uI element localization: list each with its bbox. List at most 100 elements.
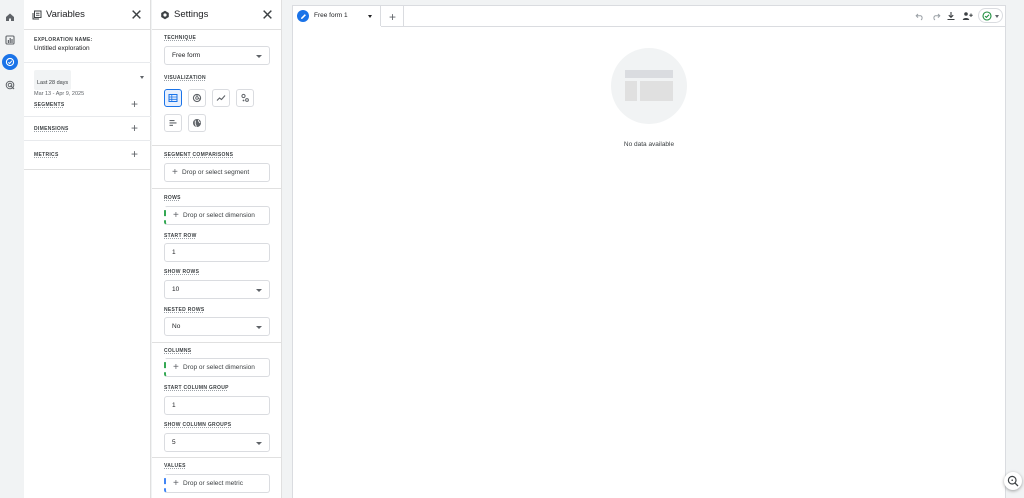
show-column-groups-label: SHOW COLUMN GROUPS [164,422,232,428]
date-range-picker[interactable]: Last 28 days Mar 13 - Apr 9, 2025 [34,70,144,97]
settings-gear-icon [161,10,169,19]
metrics-label: METRICS [34,152,59,158]
plus-icon: + [173,362,179,373]
table-icon [168,94,178,102]
advertising-icon[interactable] [2,77,18,93]
plus-icon: + [173,210,179,221]
columns-drop-zone[interactable]: + Drop or select dimension [164,358,270,377]
values-label: VALUES [164,463,186,469]
add-dimension-button[interactable]: + [131,122,138,134]
segment-comparisons-label: SEGMENT COMPARISONS [164,152,234,158]
settings-title: Settings [174,9,209,20]
save-status-menu[interactable] [978,8,1003,23]
redo-icon[interactable] [930,10,942,22]
reports-icon[interactable] [2,32,18,48]
exploration-name-block: EXPLORATION NAME: Untitled exploration [34,37,93,52]
columns-drop-text: Drop or select dimension [183,364,255,371]
tab-bar: Free form 1 + [293,6,1005,28]
plus-icon: + [172,167,178,178]
tab-free-form-1[interactable]: Free form 1 [293,6,381,28]
variables-header: Variables [24,0,150,30]
add-tab-button[interactable]: + [382,6,404,27]
line-chart-icon [216,95,226,101]
donut-chart-icon [192,93,202,103]
segments-label: SEGMENTS [34,102,65,108]
rows-label: ROWS [164,195,181,201]
bar-viz-button[interactable] [164,114,182,132]
variables-title: Variables [46,9,85,20]
date-preset-chip: Last 28 days [34,70,72,90]
plus-icon: + [173,478,179,489]
scatter-viz-button[interactable] [236,89,254,107]
segment-drop-text: Drop or select segment [182,169,250,176]
edit-pencil-icon [297,10,309,22]
variables-panel: Variables EXPLORATION NAME: Untitled exp… [24,0,151,170]
rows-drop-zone[interactable]: + Drop or select dimension [164,206,270,225]
nested-rows-select[interactable]: No [164,317,270,336]
metrics-section: METRICS + [24,143,151,167]
segment-drop-zone[interactable]: + Drop or select segment [164,163,270,182]
table-viz-button[interactable] [164,89,182,107]
bar-chart-icon [169,120,177,126]
values-drop-zone[interactable]: + Drop or select metric [164,474,270,493]
variables-icon [32,10,42,19]
help-search-icon [1007,475,1019,487]
show-column-groups-select[interactable]: 5 [164,433,270,452]
show-rows-label: SHOW ROWS [164,269,200,275]
segments-section: SEGMENTS + [24,93,151,117]
rows-drop-text: Drop or select dimension [183,212,255,219]
globe-icon [193,119,201,128]
share-user-icon[interactable] [961,10,973,22]
technique-label: TECHNIQUE [164,35,197,41]
settings-panel: Settings TECHNIQUE Free form VISUALIZATI… [152,0,282,498]
columns-label: COLUMNS [164,348,192,354]
add-segment-button[interactable]: + [131,98,138,110]
start-column-group-value: 1 [172,402,176,409]
explore-icon[interactable] [2,54,18,70]
start-row-input[interactable]: 1 [164,243,270,262]
chevron-down-icon [256,326,262,329]
check-circle-icon [982,11,992,21]
home-icon[interactable] [2,9,18,25]
nested-rows-value: No [172,323,181,330]
exploration-workspace: Variables EXPLORATION NAME: Untitled exp… [0,0,1024,498]
dimensions-label: DIMENSIONS [34,126,69,132]
tab-label: Free form 1 [314,12,348,19]
date-dropdown-caret [140,76,144,79]
values-drop-text: Drop or select metric [183,480,243,487]
show-column-groups-value: 5 [172,439,176,446]
download-icon[interactable] [945,10,957,22]
close-variables-icon[interactable] [131,9,142,20]
add-metric-button[interactable]: + [131,148,138,160]
dimensions-section: DIMENSIONS + [24,117,151,141]
help-button[interactable] [1004,472,1022,490]
start-column-group-input[interactable]: 1 [164,396,270,415]
technique-select[interactable]: Free form [164,46,270,65]
start-row-label: START ROW [164,233,197,239]
visualization-label: VISUALIZATION [164,75,206,81]
exploration-name-label: EXPLORATION NAME: [34,37,93,43]
settings-header: Settings [152,0,281,30]
close-settings-icon[interactable] [262,9,273,20]
start-column-group-label: START COLUMN GROUP [164,385,229,391]
donut-viz-button[interactable] [188,89,206,107]
technique-value: Free form [172,52,201,59]
nested-rows-label: NESTED ROWS [164,307,205,313]
geo-viz-button[interactable] [188,114,206,132]
start-row-value: 1 [172,249,176,256]
scatter-plot-icon [241,93,249,102]
variables-panel-empty [24,170,151,498]
chevron-down-icon [256,289,262,292]
line-viz-button[interactable] [212,89,230,107]
empty-state-message: No data available [623,141,675,148]
empty-state-illustration [611,48,687,124]
chevron-down-icon [256,55,262,58]
show-rows-value: 10 [172,286,180,293]
exploration-name-value[interactable]: Untitled exploration [34,45,93,52]
chevron-down-icon [256,442,262,445]
tab-menu-caret[interactable] [368,15,372,18]
chevron-down-icon [995,15,999,18]
undo-icon[interactable] [914,10,926,22]
show-rows-select[interactable]: 10 [164,280,270,299]
exploration-canvas: Free form 1 + No data available [292,5,1006,498]
